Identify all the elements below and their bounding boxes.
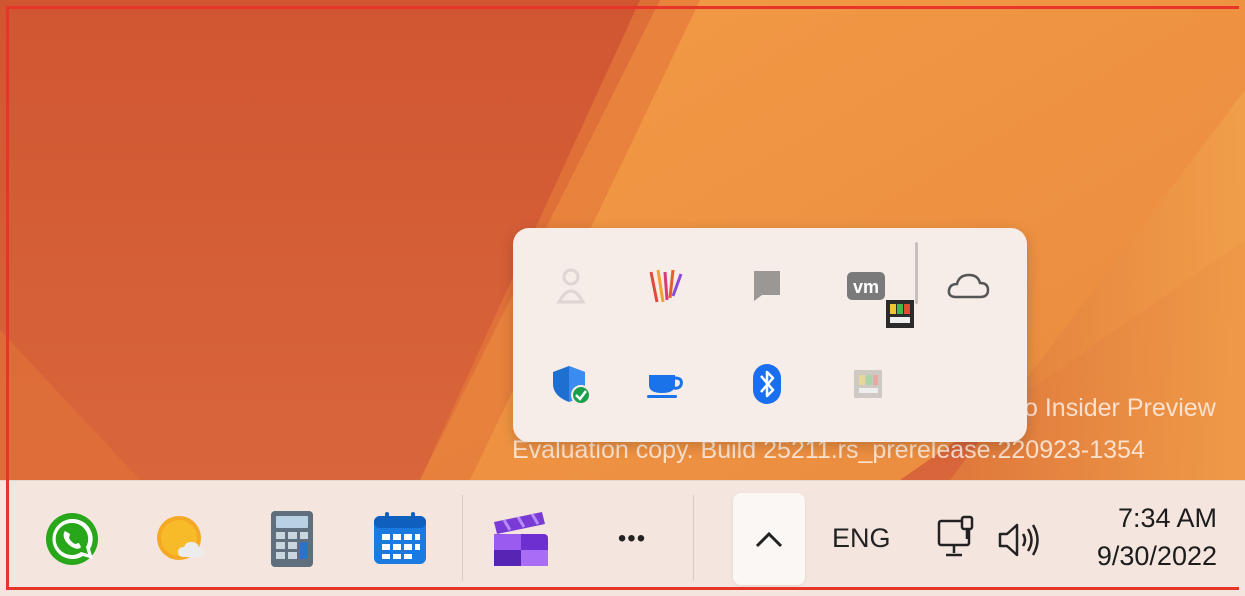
network-icon[interactable] — [936, 515, 980, 563]
bluetooth-icon[interactable] — [739, 356, 795, 412]
watermark-line-1: o Insider Preview — [1024, 394, 1216, 422]
taskbar: ••• ENG 7:34 AM 9/30/2022 — [0, 480, 1245, 596]
windows-security-icon[interactable] — [543, 356, 599, 412]
calculator-icon[interactable] — [256, 503, 328, 575]
more-apps-label: ••• — [617, 525, 647, 552]
paint-stripes-icon[interactable] — [637, 258, 693, 314]
color-meter-icon[interactable] — [879, 294, 921, 334]
taskbar-separator — [462, 495, 463, 581]
taskbar-separator — [693, 495, 694, 581]
faded-app-icon[interactable] — [840, 356, 896, 412]
desktop-wallpaper: o Insider Preview Evaluation copy. Build… — [0, 0, 1245, 480]
clock[interactable]: 7:34 AM 9/30/2022 — [1097, 499, 1217, 575]
chevron-up-icon — [755, 531, 783, 548]
weather-icon[interactable] — [146, 503, 218, 575]
person-icon[interactable] — [543, 258, 599, 314]
clipchamp-icon[interactable] — [484, 503, 556, 575]
clock-date: 9/30/2022 — [1096, 541, 1217, 571]
svg-text:vm: vm — [853, 277, 879, 297]
input-language[interactable]: ENG — [832, 523, 891, 554]
calendar-icon[interactable] — [364, 503, 436, 575]
more-apps-icon[interactable]: ••• — [596, 503, 668, 575]
clock-time: 7:34 AM — [1117, 503, 1217, 533]
coffee-cup-icon[interactable] — [637, 356, 693, 412]
whatsapp-icon[interactable] — [36, 503, 108, 575]
show-hidden-icons-button[interactable] — [733, 493, 805, 585]
onedrive-cloud-icon[interactable] — [940, 258, 996, 314]
gray-flag-icon[interactable] — [739, 258, 795, 314]
volume-icon[interactable] — [996, 521, 1042, 559]
tray-overflow-flyout: vm — [513, 228, 1027, 442]
